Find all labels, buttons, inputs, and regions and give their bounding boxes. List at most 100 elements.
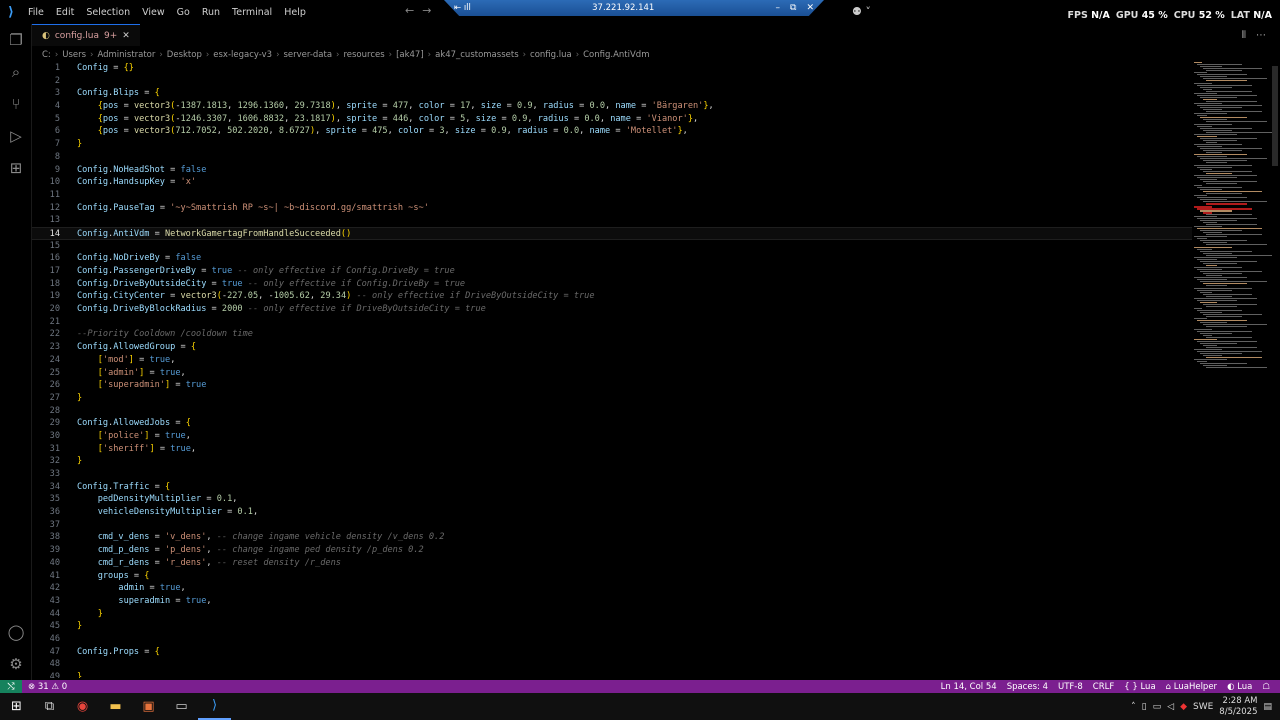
code-line[interactable]: 12 Config.PauseTag = '~y~Smattrish RP ~s~… <box>32 202 1192 215</box>
source-control-icon[interactable]: ⑂ <box>0 88 32 120</box>
restore-icon[interactable]: ⧉ <box>790 3 796 13</box>
menu-selection[interactable]: Selection <box>80 7 136 18</box>
code-line[interactable]: 2 <box>32 75 1192 88</box>
code-line[interactable]: 18 Config.DriveByOutsideCity = true -- on… <box>32 278 1192 291</box>
code-line[interactable]: 7} <box>32 138 1192 151</box>
code-line[interactable]: 27} <box>32 392 1192 405</box>
task-view-icon[interactable]: ⧉ <box>33 693 66 720</box>
language-mode[interactable]: ◐ Lua <box>1227 682 1252 692</box>
problems-indicator[interactable]: ⊗ 31 ⚠ 0 <box>28 682 67 692</box>
code-line[interactable]: 25 ['admin'] = true, <box>32 367 1192 380</box>
clock[interactable]: 2:28 AM 8/5/2025 <box>1219 696 1257 718</box>
code-line[interactable]: 14 Config.AntiVdm = NetworkGamertagFromHa… <box>32 226 1192 240</box>
volume-icon[interactable]: ◁ <box>1167 702 1174 712</box>
scrollbar-thumb[interactable] <box>1272 66 1278 166</box>
code-line[interactable]: 44 } <box>32 608 1192 621</box>
breadcrumb-item[interactable]: ak47_customassets <box>435 50 519 60</box>
tray-chevron-icon[interactable]: ˄ <box>1131 702 1136 712</box>
code-line[interactable]: 38 cmd_v_dens = 'v_dens', -- change inga… <box>32 531 1192 544</box>
code-line[interactable]: 34 Config.Traffic = { <box>32 481 1192 494</box>
notification-center-icon[interactable]: ▤ <box>1263 702 1272 712</box>
code-line[interactable]: 1 Config = {} <box>32 62 1192 75</box>
code-line[interactable]: 24 ['mod'] = true, <box>32 354 1192 367</box>
code-line[interactable]: 43 superadmin = true, <box>32 595 1192 608</box>
code-line[interactable]: 49} <box>32 671 1192 678</box>
code-line[interactable]: 13 <box>32 214 1192 227</box>
code-line[interactable]: 10 Config.HandsupKey = 'x' <box>32 176 1192 189</box>
code-line[interactable]: 32} <box>32 455 1192 468</box>
windows-start-icon[interactable]: ⊞ <box>0 693 33 720</box>
code-line[interactable]: 5 {pos = vector3(-1246.3307, 1606.8832, … <box>32 113 1192 126</box>
code-line[interactable]: 8 <box>32 151 1192 164</box>
menu-edit[interactable]: Edit <box>50 7 80 18</box>
menu-help[interactable]: Help <box>278 7 312 18</box>
menu-file[interactable]: File <box>22 7 50 18</box>
forward-arrow-icon[interactable]: → <box>422 4 431 17</box>
notifications-icon[interactable]: ☖ <box>1262 682 1270 692</box>
code-line[interactable]: 30 ['police'] = true, <box>32 430 1192 443</box>
menu-run[interactable]: Run <box>196 7 226 18</box>
encoding[interactable]: UTF-8 <box>1058 682 1083 692</box>
breadcrumb-item[interactable]: [ak47] <box>396 50 424 60</box>
menu-terminal[interactable]: Terminal <box>226 7 278 18</box>
code-line[interactable]: 47 Config.Props = { <box>32 646 1192 659</box>
back-arrow-icon[interactable]: ← <box>405 4 414 17</box>
onedrive-icon[interactable]: ◆ <box>1180 702 1187 712</box>
extensions-icon[interactable]: ⊞ <box>0 152 32 184</box>
code-line[interactable]: 4 {pos = vector3(-1387.1813, 1296.1360, … <box>32 100 1192 113</box>
line-ending[interactable]: CRLF <box>1093 682 1114 692</box>
code-editor[interactable]: 1 Config = {} 2 3 Config.Blips = {4 {pos = v… <box>32 62 1192 678</box>
code-line[interactable]: 37 <box>32 519 1192 532</box>
terminal-icon[interactable]: ▭ <box>165 693 198 720</box>
code-line[interactable]: 26 ['superadmin'] = true <box>32 379 1192 392</box>
account-icon[interactable]: ◯ <box>0 616 32 648</box>
search-icon[interactable]: ⌕ <box>0 56 32 88</box>
input-language[interactable]: SWE <box>1193 702 1213 712</box>
menu-view[interactable]: View <box>136 7 171 18</box>
battery-icon[interactable]: ▯ <box>1142 702 1147 712</box>
code-line[interactable]: 21 <box>32 316 1192 329</box>
code-line[interactable]: 35 pedDensityMultiplier = 0.1, <box>32 493 1192 506</box>
code-line[interactable]: 19 Config.CityCenter = vector3(-227.05, -… <box>32 290 1192 303</box>
code-line[interactable]: 22 --Priority Cooldown /cooldown time <box>32 328 1192 341</box>
breadcrumb-item[interactable]: Desktop <box>167 50 202 60</box>
language-mode-braces[interactable]: { } Lua <box>1124 682 1155 692</box>
breadcrumb-item[interactable]: Config.AntiVdm <box>583 50 649 60</box>
copilot-icon[interactable]: ⚉ ˅ <box>852 5 871 18</box>
settings-gear-icon[interactable]: ⚙ <box>0 648 32 680</box>
breadcrumb-item[interactable]: Users <box>62 50 86 60</box>
code-line[interactable]: 39 cmd_p_dens = 'p_dens', -- change inga… <box>32 544 1192 557</box>
breadcrumb-item[interactable]: server-data <box>283 50 332 60</box>
vscode-taskbar-icon[interactable]: ⟩ <box>198 693 231 720</box>
code-line[interactable]: 42 admin = true, <box>32 582 1192 595</box>
tab-config-lua[interactable]: ◐ config.lua 9+ ✕ <box>32 24 140 46</box>
code-line[interactable]: 17 Config.PassengerDriveBy = true -- only… <box>32 265 1192 278</box>
code-line[interactable]: 6 {pos = vector3(712.7052, 502.2020, 8.6… <box>32 125 1192 138</box>
minimap[interactable] <box>1194 62 1272 374</box>
minimize-icon[interactable]: – <box>776 3 781 13</box>
breadcrumb-item[interactable]: esx-legacy-v3 <box>213 50 272 60</box>
split-editor-icon[interactable]: ⫴ <box>1242 30 1246 41</box>
network-icon[interactable]: ▭ <box>1153 702 1162 712</box>
pin-icon[interactable]: ⇤ ıll <box>454 3 471 13</box>
code-line[interactable]: 16 Config.NoDriveBy = false <box>32 252 1192 265</box>
explorer-icon[interactable]: ❐ <box>0 24 32 56</box>
chrome-icon[interactable]: ◉ <box>66 693 99 720</box>
run-debug-icon[interactable]: ▷ <box>0 120 32 152</box>
breadcrumb-item[interactable]: Administrator <box>97 50 155 60</box>
code-line[interactable]: 9 Config.NoHeadShot = false <box>32 164 1192 177</box>
code-line[interactable]: 48 <box>32 658 1192 671</box>
code-line[interactable]: 28 <box>32 405 1192 418</box>
code-line[interactable]: 3 Config.Blips = { <box>32 87 1192 100</box>
breadcrumb-item[interactable]: C: <box>42 50 51 60</box>
code-line[interactable]: 40 cmd_r_dens = 'r_dens', -- reset densi… <box>32 557 1192 570</box>
code-line[interactable]: 33 <box>32 468 1192 481</box>
file-explorer-icon[interactable]: ▬ <box>99 693 132 720</box>
code-line[interactable]: 36 vehicleDensityMultiplier = 0.1, <box>32 506 1192 519</box>
indentation[interactable]: Spaces: 4 <box>1007 682 1048 692</box>
breadcrumb-item[interactable]: config.lua <box>530 50 572 60</box>
app-icon[interactable]: ▣ <box>132 693 165 720</box>
code-line[interactable]: 31 ['sheriff'] = true, <box>32 443 1192 456</box>
lua-helper-item[interactable]: ⌂ LuaHelper <box>1166 682 1217 692</box>
editor-scrollbar[interactable] <box>1271 62 1279 678</box>
